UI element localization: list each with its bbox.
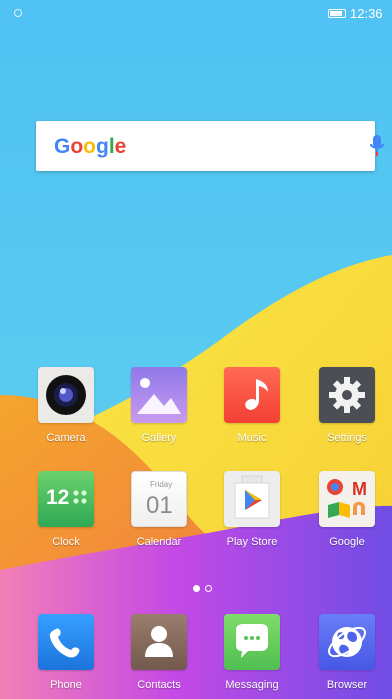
app-label: Camera [46,432,86,444]
phone-icon [38,614,94,670]
notification-icon [14,9,22,17]
dock-messaging[interactable]: Messaging [212,614,292,692]
gallery-icon [131,367,187,423]
google-folder-icon: M [319,471,375,527]
app-clock[interactable]: 12 Clock [26,471,106,549]
google-logo-o2: o [83,135,96,158]
app-calendar[interactable]: Friday 01 Calendar [119,471,199,549]
app-label: Phone [50,679,82,691]
clock-dot-pattern [72,489,88,505]
status-time: 12:36 [350,6,383,21]
app-music[interactable]: Music [212,367,292,445]
app-label: Calendar [136,536,182,548]
battery-icon [328,9,346,18]
google-logo-o1: o [70,135,84,158]
dock-phone[interactable]: Phone [26,614,106,692]
app-settings[interactable]: Settings [307,367,387,445]
page-indicator [193,585,215,593]
page-dot-active[interactable] [193,585,200,592]
app-label: Clock [52,536,80,548]
app-label: Messaging [225,679,279,691]
app-label: Contacts [137,679,181,691]
gmail-mark: M [352,479,367,499]
app-label: Gallery [141,432,177,444]
google-logo: Google [54,135,126,159]
app-google-folder[interactable]: M Google [307,471,387,549]
dock-contacts[interactable]: Contacts [119,614,199,692]
app-label: Browser [326,679,368,691]
app-camera[interactable]: Camera [26,367,106,445]
app-label: Play Store [226,536,278,548]
home-screen: 12:36 Google Camera Gallery Music Settin… [0,0,392,699]
app-play-store[interactable]: Play Store [212,471,292,549]
status-bar: 12:36 [0,0,392,28]
microphone-icon[interactable] [370,135,384,157]
clock-icon: 12 [38,471,94,527]
camera-icon [38,367,94,423]
wallpaper [0,0,392,699]
google-search-bar[interactable]: Google [36,121,384,171]
google-logo-g2: g [96,135,109,158]
dock-browser[interactable]: Browser [307,614,387,692]
browser-icon [319,614,375,670]
contacts-icon [131,614,187,670]
google-logo-e: e [114,135,127,158]
app-gallery[interactable]: Gallery [119,367,199,445]
music-icon [224,367,280,423]
settings-icon [319,367,375,423]
messaging-icon [224,614,280,670]
app-label: Google [329,536,365,548]
play-store-icon [224,471,280,527]
calendar-icon: Friday 01 [131,471,187,527]
calendar-day: 01 [146,492,173,519]
calendar-weekday: Friday [150,480,173,489]
app-label: Music [237,432,267,444]
page-dot-inactive[interactable] [205,585,212,592]
clock-time-text: 12 [46,486,70,509]
app-label: Settings [327,432,367,444]
google-logo-g: G [54,135,71,158]
